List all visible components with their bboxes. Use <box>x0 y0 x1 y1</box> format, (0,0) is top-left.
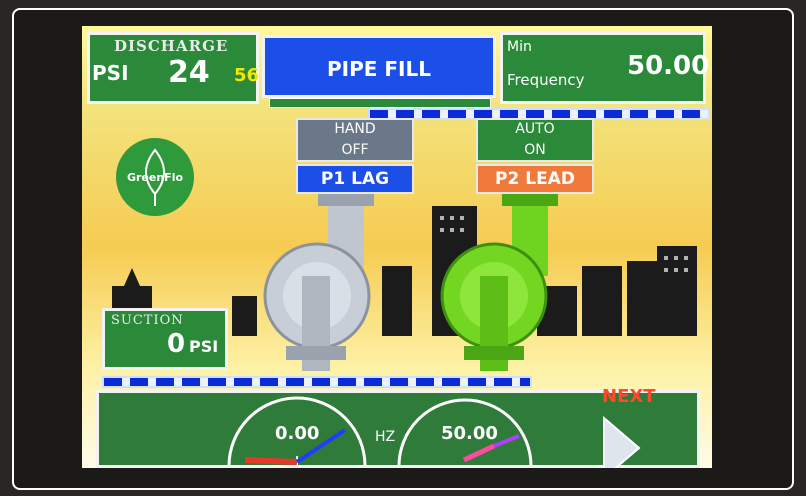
logo-text: GreenFlo <box>126 171 184 184</box>
pump-2-state-line1: AUTO <box>515 121 555 137</box>
discharge-setpoint: 56 <box>234 65 260 86</box>
min-frequency-panel: Min Frequency 50.00 <box>500 32 709 104</box>
pipe-fill-mode-button[interactable]: PIPE FILL <box>262 35 496 98</box>
pump-1-state-line1: HAND <box>334 121 376 137</box>
min-frequency-label-line2: Frequency <box>507 71 585 89</box>
left-gauge-red-band <box>244 457 298 465</box>
suction-title: SUCTION <box>111 313 184 328</box>
right-gauge-value: 50.00 <box>441 423 498 444</box>
pump-2-role-label: P2 LEAD <box>495 169 575 189</box>
discharge-value: 24 <box>168 55 210 90</box>
pump-1-role-label: P1 LAG <box>320 169 390 189</box>
mode-underline <box>269 98 491 108</box>
bottom-dash-stripe <box>102 376 532 388</box>
suction-unit: PSI <box>189 337 219 356</box>
pump-1-hand-off-button[interactable]: HAND OFF <box>296 118 414 162</box>
left-gauge-value: 0.00 <box>275 423 320 444</box>
suction-panel: SUCTION 0 PSI <box>102 308 228 370</box>
pump-1-state-line2: OFF <box>341 142 369 158</box>
min-frequency-value[interactable]: 50.00 <box>627 51 709 81</box>
greenflo-logo: GreenFlo <box>116 138 194 216</box>
right-gauge-pink-band <box>462 443 496 463</box>
next-button[interactable]: NEXT <box>582 384 700 464</box>
suction-value: 0 <box>167 329 186 359</box>
hmi-screen: DISCHARGE PSI 24 56 PIPE FILL Min Freque… <box>82 26 712 468</box>
min-frequency-label-line1: Min <box>507 39 532 55</box>
pump-1-graphic <box>263 191 374 371</box>
discharge-unit: PSI <box>92 61 129 85</box>
pipe-fill-label: PIPE FILL <box>327 57 431 81</box>
pump-2-auto-on-button[interactable]: AUTO ON <box>476 118 594 162</box>
next-label: NEXT <box>602 386 656 407</box>
pump-2-state-line2: ON <box>524 142 546 158</box>
gauge-unit-label: HZ <box>375 429 396 445</box>
pump-2-role-button[interactable]: P2 LEAD <box>476 164 594 194</box>
discharge-title: DISCHARGE <box>114 37 229 55</box>
discharge-panel: DISCHARGE PSI 24 56 <box>87 32 259 104</box>
pump-1-role-button[interactable]: P1 LAG <box>296 164 414 194</box>
